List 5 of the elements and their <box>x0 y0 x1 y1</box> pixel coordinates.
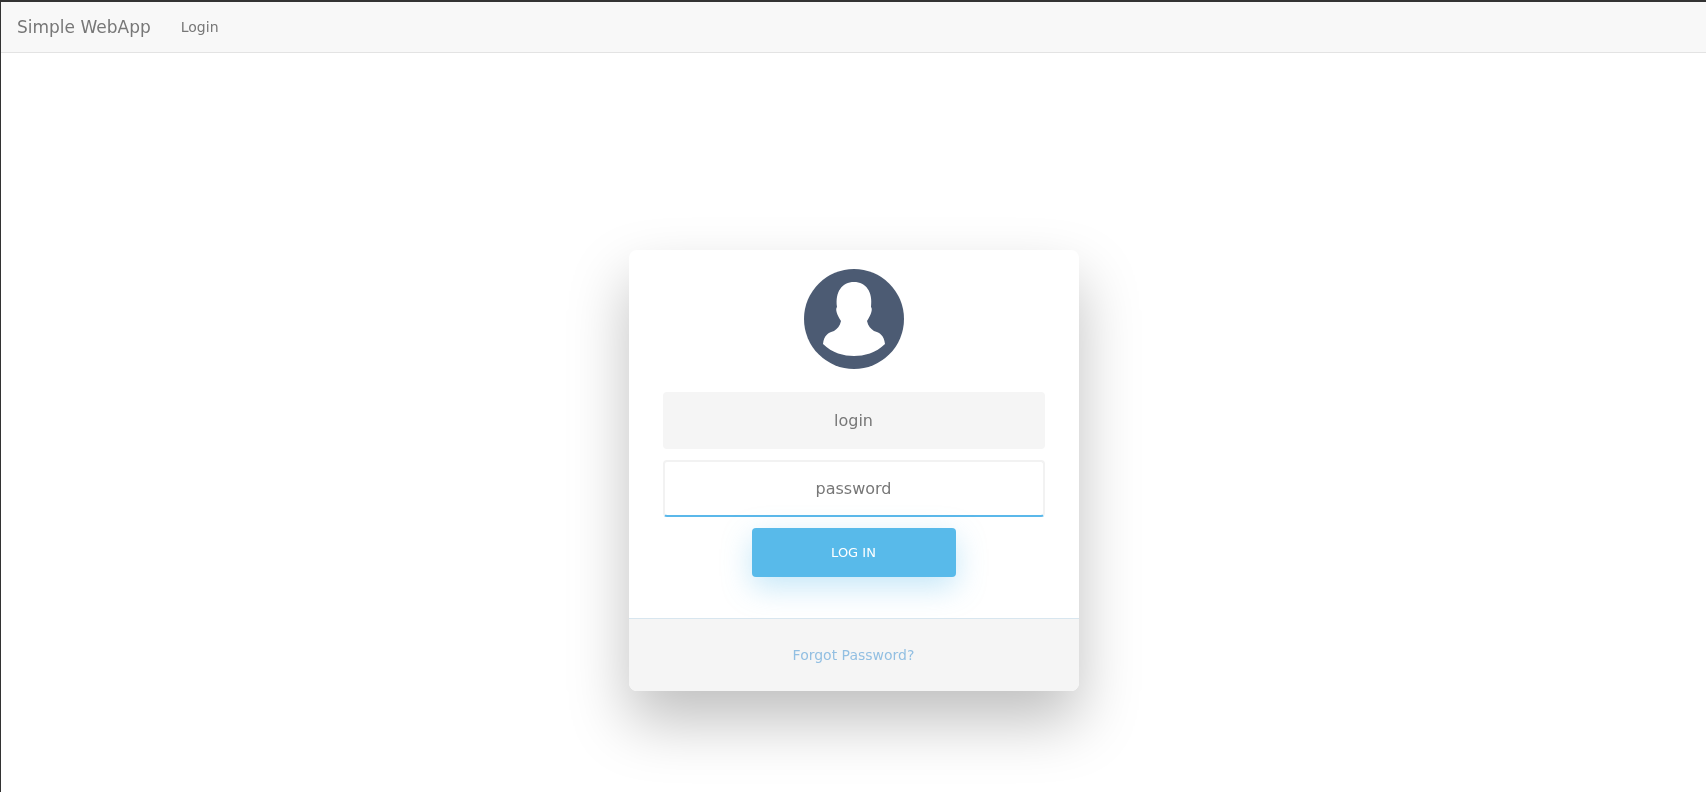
avatar-icon <box>803 269 904 369</box>
nav-link[interactable]: Login <box>180 19 219 35</box>
input-field[interactable]: password <box>662 460 1045 517</box>
brand-link[interactable]: Simple WebApp <box>17 17 151 37</box>
input-field[interactable]: login <box>662 392 1045 449</box>
